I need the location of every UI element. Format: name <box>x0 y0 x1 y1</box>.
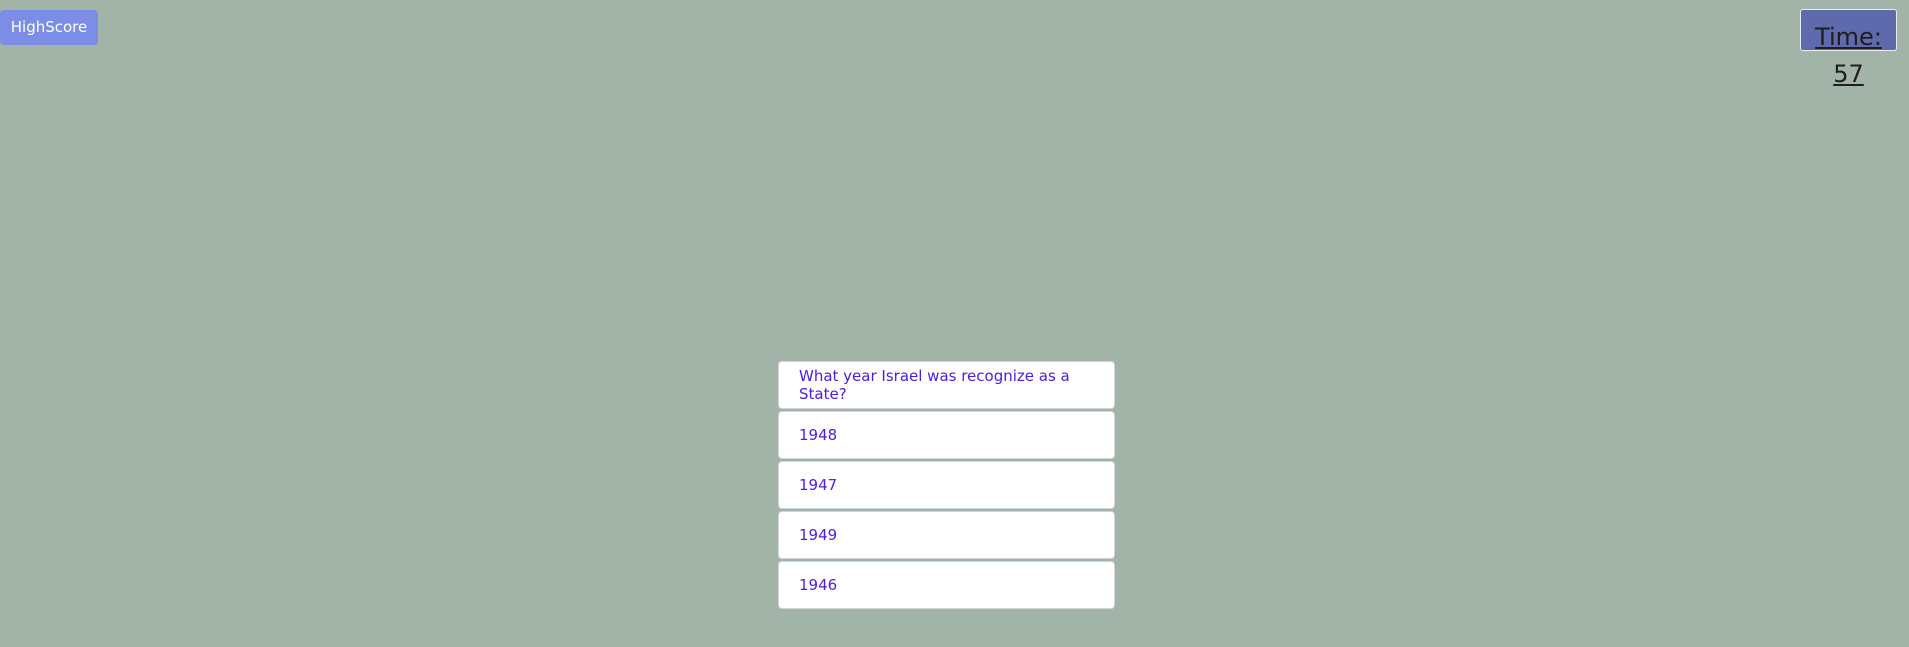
answer-option-1947[interactable]: 1947 <box>778 461 1115 509</box>
highscore-button[interactable]: HighScore <box>0 10 98 45</box>
answer-option-1946[interactable]: 1946 <box>778 561 1115 609</box>
quiz-page: HighScore Time: 57 What year Israel was … <box>0 0 1909 647</box>
timer-display: Time: 57 <box>1800 19 1897 93</box>
quiz-card: What year Israel was recognize as a Stat… <box>778 361 1115 611</box>
answer-option-1949[interactable]: 1949 <box>778 511 1115 559</box>
question-text: What year Israel was recognize as a Stat… <box>778 361 1115 409</box>
timer-label: Time: <box>1815 23 1882 51</box>
answer-option-1948[interactable]: 1948 <box>778 411 1115 459</box>
timer-value: 57 <box>1833 60 1864 88</box>
